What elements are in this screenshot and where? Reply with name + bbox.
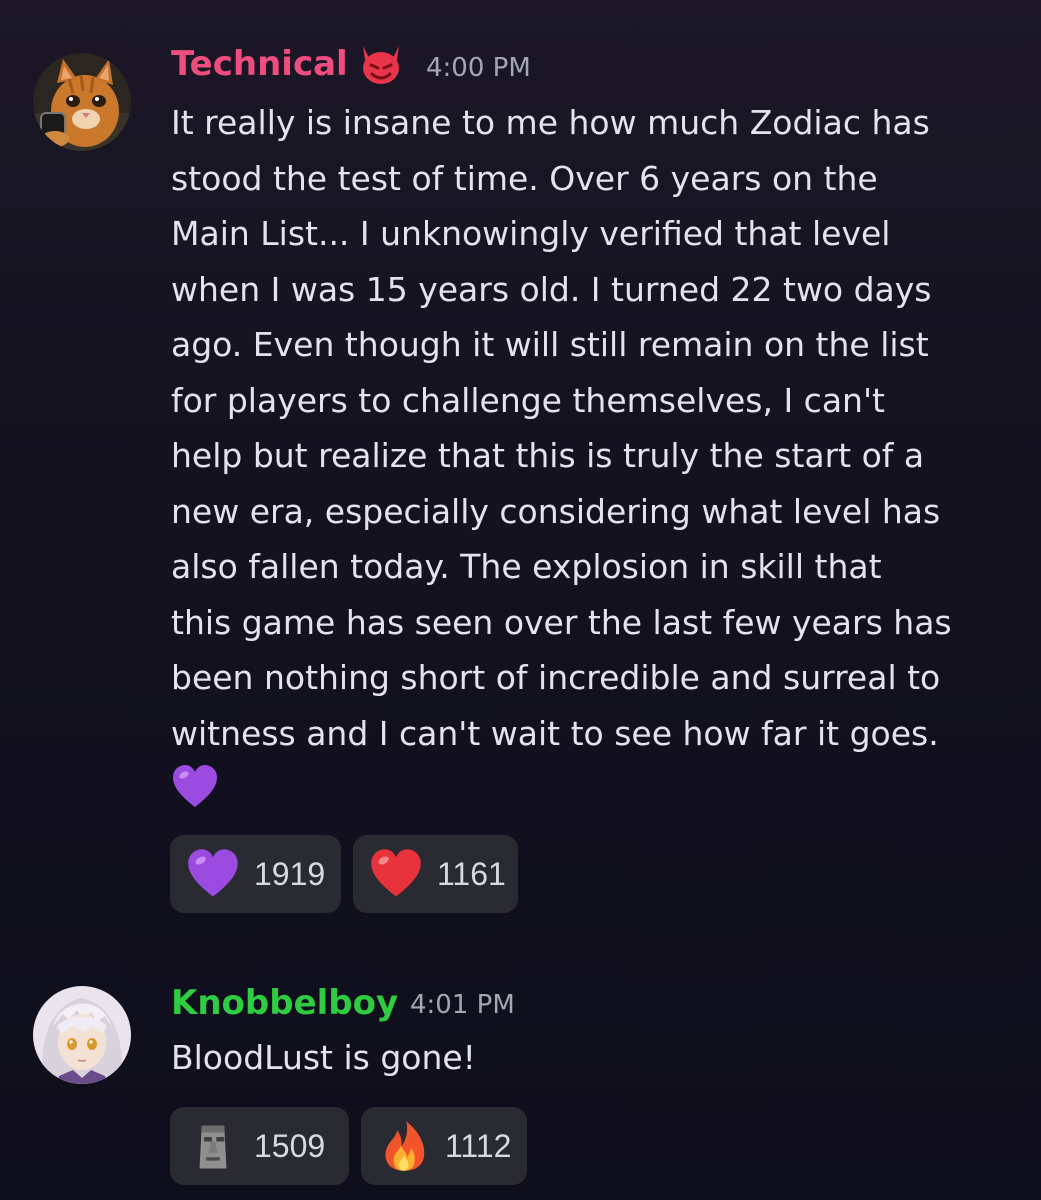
message-line: been nothing short of incredible and sur… — [171, 658, 941, 697]
message-line: BloodLust is gone! — [171, 1038, 476, 1077]
reaction-purple-heart[interactable]: 1919 — [170, 835, 341, 913]
message-line: help but realize that this is truly the … — [171, 436, 925, 475]
avatar[interactable] — [33, 53, 131, 151]
timestamp: 4:01 PM — [410, 990, 515, 1020]
reaction-count: 1919 — [254, 855, 326, 892]
reaction-count: 1509 — [254, 1127, 326, 1164]
reaction-red-heart[interactable]: 1161 — [353, 835, 518, 913]
message-body: It really is insane to me how much Zodia… — [171, 95, 1021, 761]
avatar[interactable] — [33, 986, 131, 1084]
message-line: stood the test of time. Over 6 years on … — [171, 158, 878, 198]
anime-girl-avatar-icon — [33, 986, 131, 1084]
username[interactable]: Technical — [171, 44, 348, 84]
message-line: Main List... I unknowingly verified that… — [171, 214, 891, 253]
message-line: new era, especially considering what lev… — [171, 491, 941, 531]
fire-icon — [377, 1119, 431, 1173]
message-body: BloodLust is gone! — [171, 1030, 1021, 1086]
message-line: ago. Even though it will still remain on… — [171, 325, 929, 364]
username[interactable]: Knobbelboy — [171, 983, 398, 1023]
reaction-count: 1112 — [445, 1127, 512, 1164]
purple-heart-icon — [171, 763, 219, 811]
message-line: witness and I can't wait to see how far … — [171, 713, 939, 753]
message-line: for players to challenge themselves, I c… — [171, 380, 885, 420]
red-heart-icon — [369, 847, 423, 901]
reaction-moai[interactable]: 1509 — [170, 1107, 349, 1185]
purple-heart-icon — [186, 847, 240, 901]
reaction-fire[interactable]: 1112 — [361, 1107, 527, 1185]
devil-face-icon — [357, 44, 405, 86]
reaction-count: 1161 — [437, 855, 506, 892]
message-line: this game has seen over the last few yea… — [171, 602, 952, 642]
message-line: also fallen today. The explosion in skil… — [171, 547, 882, 586]
message-line: when I was 15 years old. I turned 22 two… — [171, 269, 932, 309]
message-line: It really is insane to me how much Zodia… — [171, 103, 930, 142]
moai-icon — [186, 1119, 240, 1173]
orange-cat-avatar-icon — [33, 53, 131, 151]
timestamp: 4:00 PM — [426, 53, 531, 83]
